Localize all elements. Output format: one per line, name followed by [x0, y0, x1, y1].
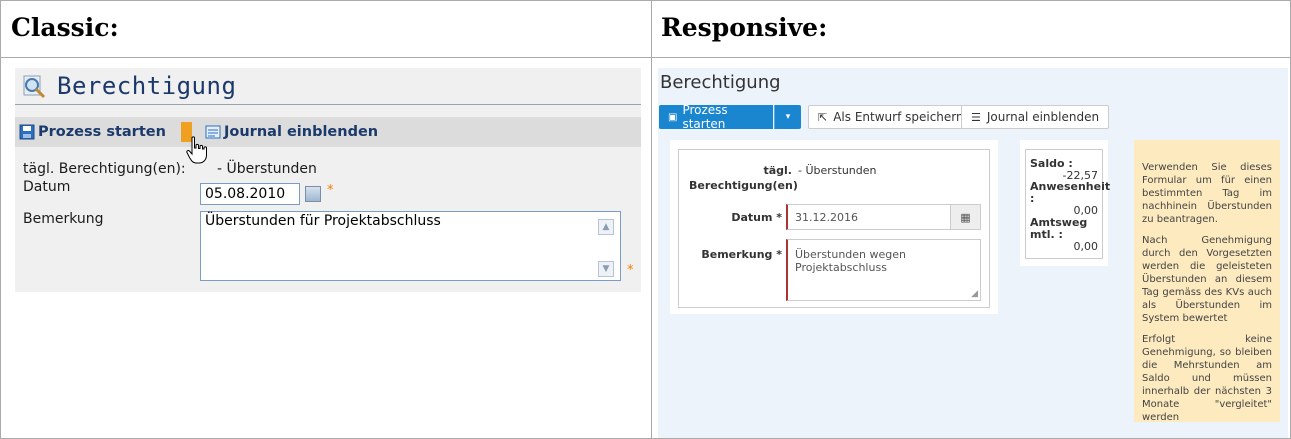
page-title: Berechtigung: [57, 72, 237, 100]
responsive-header: Responsive:: [661, 13, 828, 42]
journal-label: Journal einblenden: [986, 110, 1100, 124]
responsive-panel: Berechtigung ▣ Prozess starten ▾ ⇱ Als E…: [658, 68, 1288, 438]
scroll-up-icon[interactable]: ▲: [598, 219, 614, 235]
bemerkung-label: Bemerkung: [23, 211, 104, 227]
calendar-icon[interactable]: [305, 186, 321, 202]
title-divider: [15, 104, 641, 105]
berechtigung-label: tägl. Berechtigung(en):: [23, 161, 186, 177]
responsive-page-title: Berechtigung: [660, 72, 781, 93]
classic-toolbar: Prozess starten Journal einblenden: [15, 117, 641, 147]
datum-field[interactable]: 05.08.2010: [200, 183, 300, 205]
save-draft-label: Als Entwurf speichern: [833, 110, 964, 124]
bemerkung-label: Bemerkung *: [701, 248, 782, 261]
resize-handle-icon[interactable]: ◢: [971, 289, 978, 299]
column-divider: [651, 1, 652, 439]
berechtigung-value: - Überstunden: [798, 164, 877, 177]
berechtigung-label: tägl.: [763, 164, 792, 177]
classic-title-row: Berechtigung: [15, 68, 641, 106]
amtsweg-label-line2: mtl. :: [1030, 228, 1063, 241]
list-icon: ☰: [971, 110, 981, 124]
help-paragraph: Nach Genehmigung durch den Vorgesetzten …: [1142, 235, 1272, 324]
start-process-button[interactable]: Prozess starten: [19, 122, 166, 142]
start-process-label: Prozess starten: [682, 103, 728, 131]
saldo-box: Saldo : -22,57 Anwesenheit : 0,00 Amtswe…: [1025, 149, 1110, 259]
datum-field[interactable]: 31.12.2016: [786, 204, 951, 230]
datum-label: Datum: [23, 179, 71, 195]
chevron-down-icon: ▾: [785, 112, 791, 122]
header-divider: [1, 57, 1291, 58]
share-icon: ⇱: [818, 110, 828, 124]
journal-label: Journal einblenden: [224, 124, 379, 140]
saldo-panel: Saldo : -22,57 Anwesenheit : 0,00 Amtswe…: [1020, 140, 1110, 266]
classic-panel: Berechtigung Prozess starten Journal ein…: [15, 68, 641, 292]
berechtigung-value: - Überstunden: [217, 161, 317, 177]
anwesenheit-label: Anwesenheit: [1030, 180, 1111, 193]
start-dropdown-button[interactable]: ▾: [774, 105, 801, 129]
help-paragraph: Erfolgt keine Genehmigung, so bleiben di…: [1142, 334, 1272, 423]
bemerkung-field[interactable]: Überstunden für Projektabschluss: [200, 211, 621, 281]
berechtigung-label-line2: Berechtigung(en): [689, 179, 798, 192]
bemerkung-field[interactable]: Überstunden wegen Projektabschluss ◢: [786, 239, 981, 301]
start-process-label: Prozess starten: [38, 124, 166, 140]
save-draft-button[interactable]: ⇱ Als Entwurf speichern: [808, 105, 974, 129]
journal-button[interactable]: ☰ Journal einblenden: [961, 105, 1110, 129]
bemerkung-value: Überstunden wegen Projektabschluss: [795, 248, 907, 274]
amtsweg-value: 0,00: [1073, 240, 1099, 253]
datum-label: Datum *: [731, 211, 782, 224]
form-panel: tägl. Berechtigung(en) - Überstunden Dat…: [670, 140, 998, 314]
search-icon: [23, 75, 46, 99]
required-marker: *: [327, 183, 334, 198]
save-icon: [19, 124, 35, 140]
help-paragraph: Verwenden Sie dieses Formular um für ein…: [1142, 162, 1272, 225]
start-process-button[interactable]: ▣ Prozess starten: [659, 103, 773, 131]
scroll-down-icon[interactable]: ▼: [598, 261, 614, 277]
classic-header: Classic:: [11, 13, 119, 42]
anwesenheit-label-colon: :: [1030, 192, 1035, 205]
journal-button[interactable]: Journal einblenden: [205, 122, 378, 142]
calendar-icon[interactable]: ▦: [951, 204, 981, 230]
hand-cursor-icon: [186, 136, 207, 164]
help-panel: Verwenden Sie dieses Formular um für ein…: [1134, 140, 1280, 423]
form-box: tägl. Berechtigung(en) - Überstunden Dat…: [678, 149, 990, 308]
save-icon: ▣: [668, 111, 678, 123]
required-marker: *: [627, 263, 634, 278]
